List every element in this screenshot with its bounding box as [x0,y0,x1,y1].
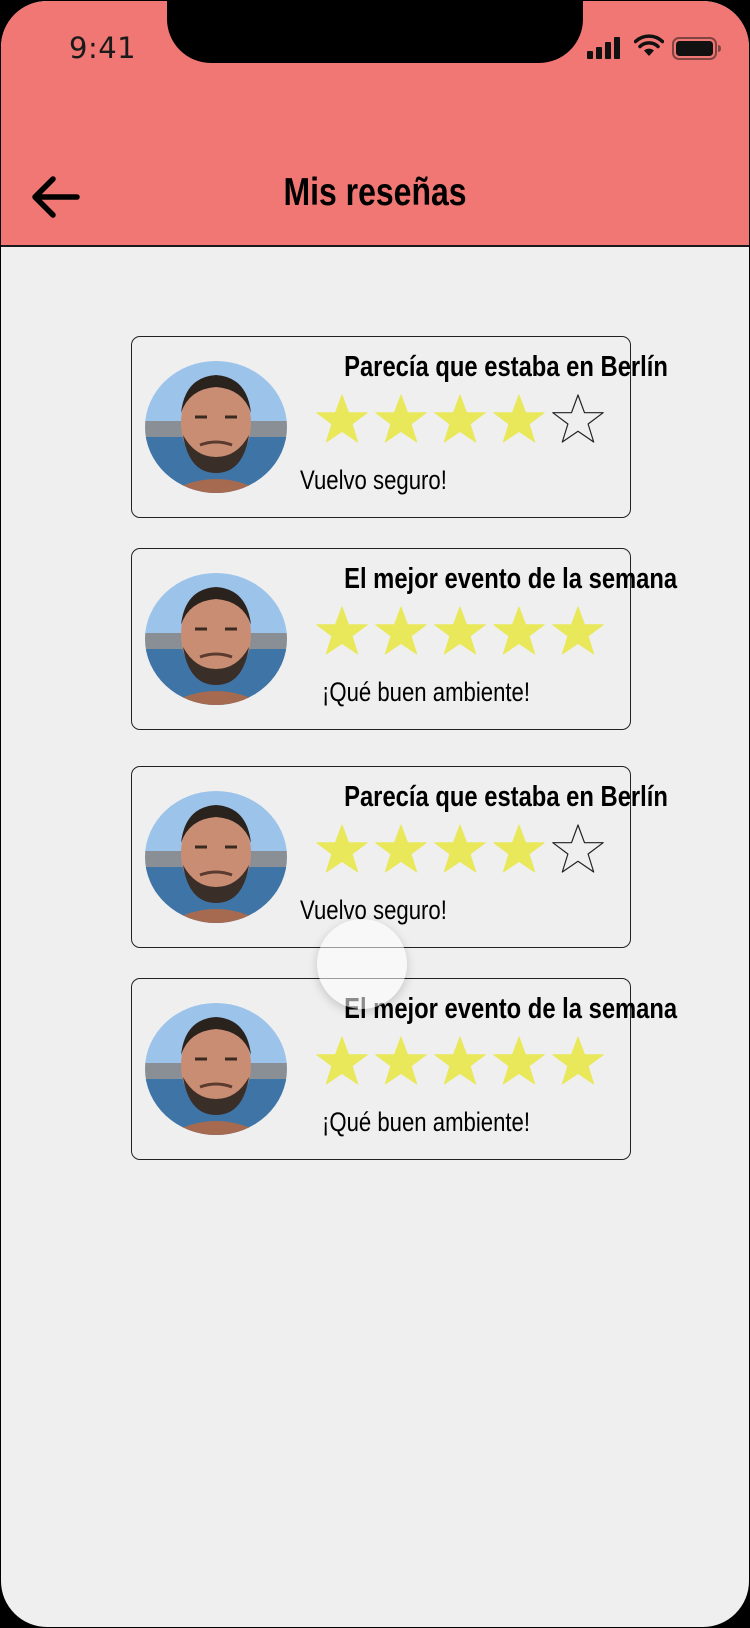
star-icon [552,1036,604,1085]
star-rating [314,822,606,878]
battery-icon [672,37,721,60]
reviewer-avatar [145,791,287,923]
star-icon [316,1036,368,1085]
star-icon [493,1036,545,1085]
reviewer-avatar [145,361,287,493]
reviewer-avatar [145,573,287,705]
star-icon [375,606,427,655]
review-card[interactable]: Parecía que estaba en Berlín Vuelvo segu… [131,766,668,948]
review-card[interactable]: El mejor evento de la semana ¡Qué buen a… [131,978,677,1160]
app-header: 9:41 Mis reseñas [1,1,749,247]
star-icon [434,1036,486,1085]
status-time: 9:41 [69,31,137,65]
star-outline-icon [552,394,604,443]
star-rating [314,604,606,660]
review-card[interactable]: El mejor evento de la semana ¡Qué buen a… [131,548,678,730]
star-icon [493,394,545,443]
review-text: ¡Qué buen ambiente! [322,1107,531,1137]
star-rating [314,1034,606,1090]
star-icon [434,394,486,443]
star-icon [316,394,368,443]
star-icon [434,606,486,655]
review-card[interactable]: Parecía que estaba en Berlín Vuelvo segu… [131,336,668,518]
phone-screen: 9:41 Mis reseñas Parecía que estaba en B… [1,1,749,1627]
page-title: Mis reseñas [283,171,467,214]
star-icon [493,824,545,873]
star-icon [434,824,486,873]
reviewer-avatar [145,1003,287,1135]
wifi-icon [634,34,664,56]
device-notch [167,1,583,63]
star-icon [493,606,545,655]
star-icon [375,824,427,873]
cellular-signal-icon [587,37,620,59]
star-rating [314,392,606,448]
star-outline-icon [552,824,604,873]
star-icon [316,606,368,655]
review-text: ¡Qué buen ambiente! [322,677,531,707]
review-title: Parecía que estaba en Berlín [344,351,668,383]
star-icon [375,1036,427,1085]
star-icon [552,606,604,655]
review-title: El mejor evento de la semana [344,563,678,595]
star-icon [316,824,368,873]
touch-indicator [317,919,407,1009]
review-title: Parecía que estaba en Berlín [344,781,668,813]
star-icon [375,394,427,443]
review-text: Vuelvo seguro! [300,465,447,495]
